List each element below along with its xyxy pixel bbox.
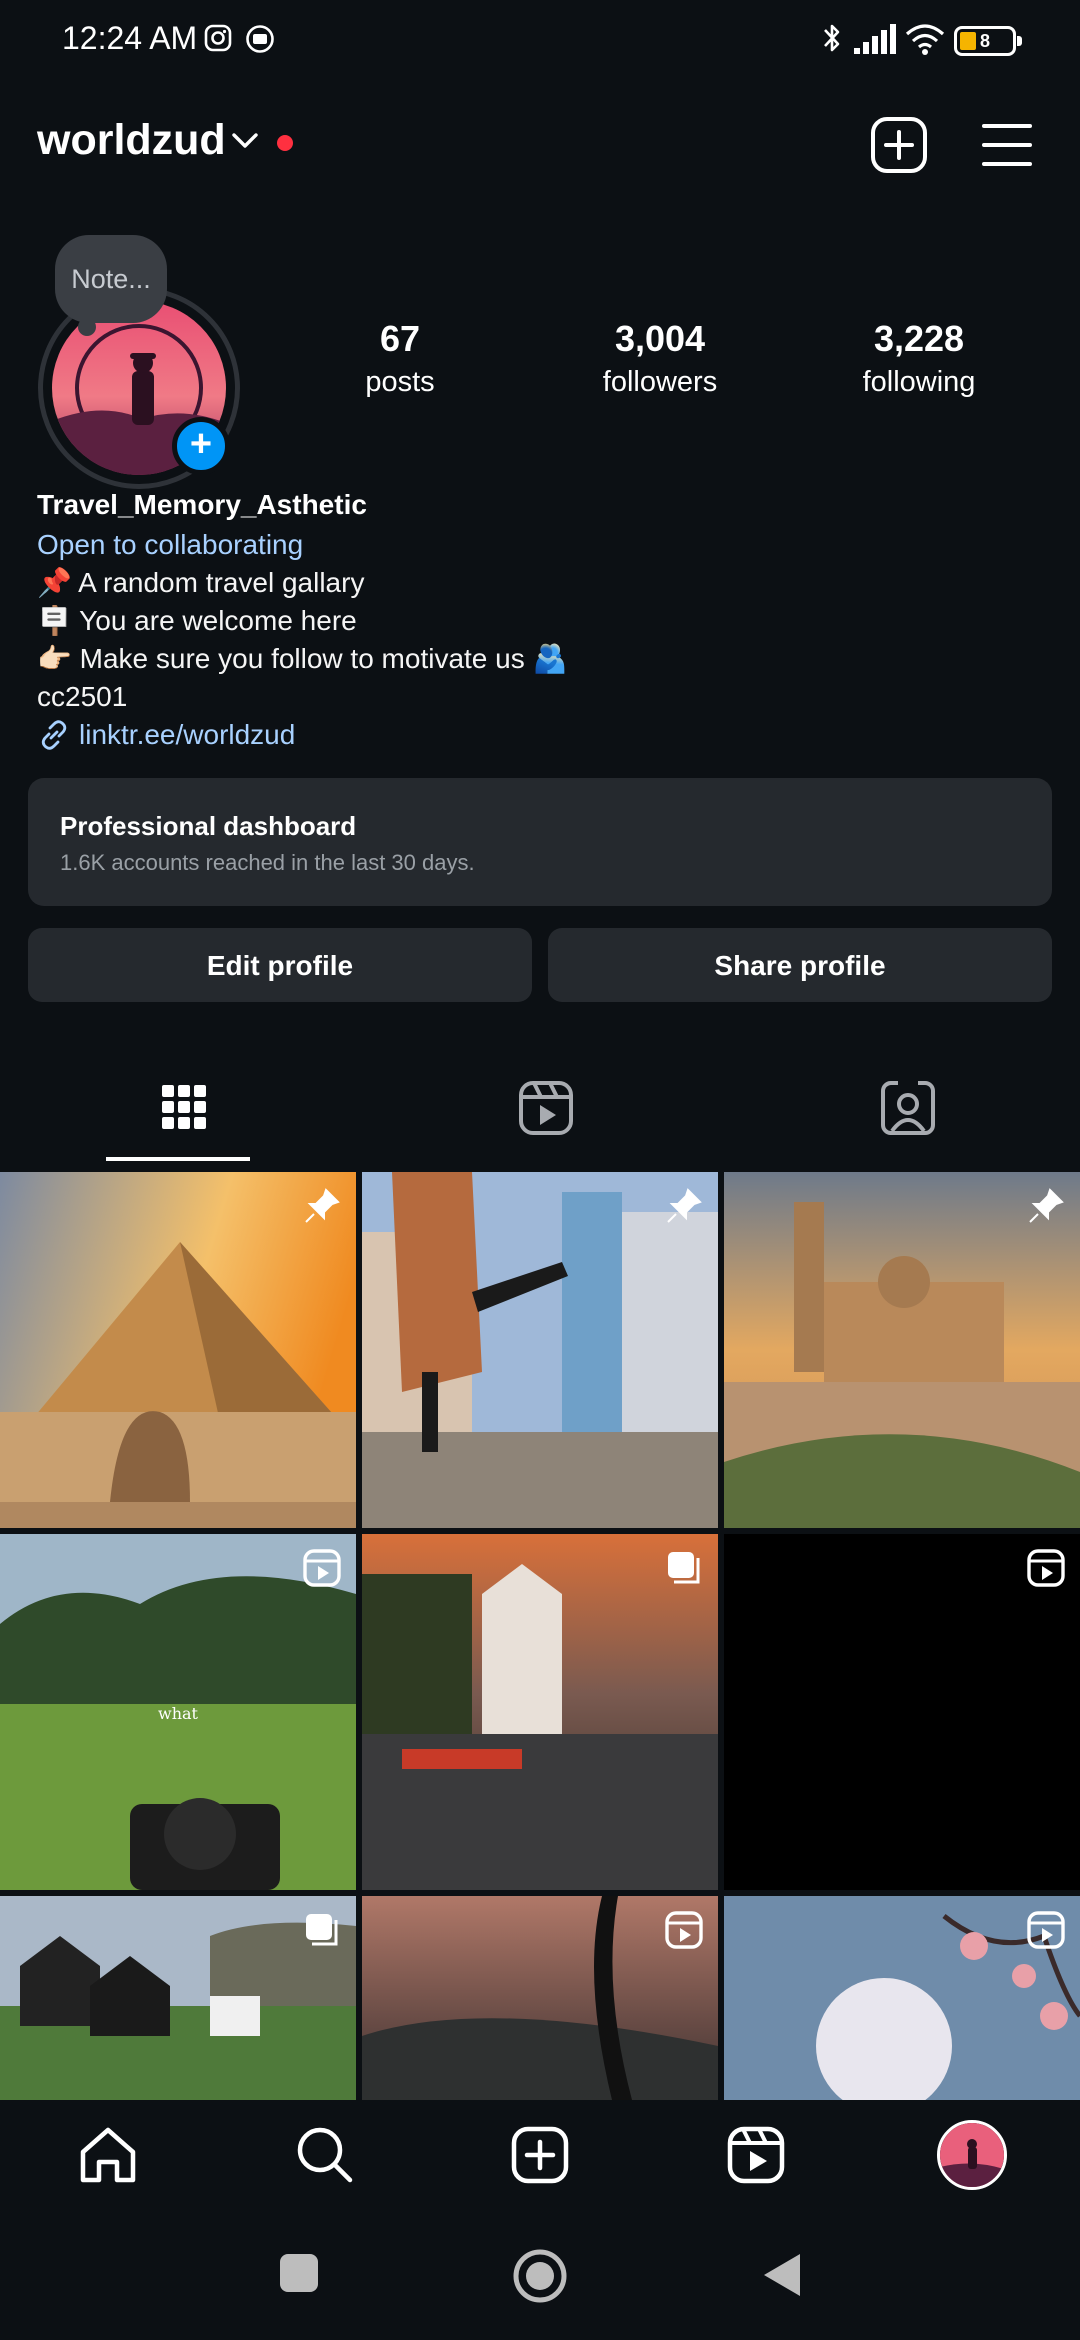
reel-icon (303, 1549, 341, 1587)
bio-line-1: 📌 A random travel gallary (37, 567, 365, 598)
bio-display-name: Travel_Memory_Asthetic (37, 489, 367, 520)
bio-line-2: 🪧 You are welcome here (37, 605, 357, 636)
bottom-navigation (0, 2100, 1080, 2210)
carousel-icon (306, 1914, 338, 1946)
new-post-icon (871, 117, 927, 173)
instagram-profile-screen: 12:24 AM 8 worldzud + Note... 67 posts 3… (0, 0, 1080, 2340)
followers-value: 3,004 (614, 318, 706, 359)
account-username[interactable]: worldzud (37, 116, 226, 165)
instagram-icon (204, 24, 232, 52)
following-value: 3,228 (873, 318, 965, 359)
posts-value: 67 (379, 318, 421, 359)
pin-icon (305, 1188, 340, 1223)
pin-icon (667, 1188, 702, 1223)
chevron-down-icon[interactable] (230, 130, 260, 152)
notification-dot (277, 135, 293, 151)
collab-status[interactable]: Open to collaborating (37, 526, 1037, 564)
following-count[interactable]: 3,228 following (819, 318, 1019, 399)
post-thumbnail[interactable] (0, 1172, 356, 1528)
reel-icon (1027, 1549, 1065, 1587)
tab-grid[interactable] (108, 1072, 248, 1142)
share-profile-button[interactable]: Share profile (548, 928, 1052, 1002)
home-icon (80, 2127, 136, 2183)
bio-line-3: 👉🏻 Make sure you follow to motivate us 🫂 (37, 643, 568, 674)
battery-icon: 8 (954, 26, 1022, 56)
post-thumbnail[interactable] (724, 1172, 1080, 1528)
wifi-icon (905, 24, 945, 55)
profile-header: worldzud (0, 100, 1080, 190)
menu-icon (982, 124, 1032, 166)
reels-icon (727, 2126, 785, 2184)
following-label: following (862, 366, 976, 398)
tab-tagged[interactable] (832, 1072, 972, 1142)
nav-reels[interactable] (721, 2120, 791, 2190)
bluetooth-icon (824, 24, 840, 52)
link-icon (41, 720, 67, 750)
profile-avatar[interactable] (937, 2120, 1007, 2190)
post-overlay-text: what (158, 1704, 198, 1723)
signal-icon (854, 24, 896, 54)
dashboard-subtitle: 1.6K accounts reached in the last 30 day… (60, 850, 475, 875)
dashboard-title: Professional dashboard (60, 811, 357, 841)
reel-icon (665, 1911, 703, 1949)
profile-bio: Travel_Memory_Asthetic Open to collabora… (37, 488, 1037, 754)
post-thumbnail[interactable]: what (0, 1534, 356, 1890)
bio-tag: cc2501 (37, 681, 128, 712)
menu-button[interactable] (976, 114, 1038, 176)
status-time: 12:24 AM (62, 20, 198, 56)
recents-icon[interactable] (278, 2252, 320, 2294)
tagged-icon (881, 1079, 935, 1135)
edit-profile-button[interactable]: Edit profile (28, 928, 532, 1002)
posts-label: posts (365, 366, 435, 398)
new-post-button[interactable] (868, 114, 930, 176)
create-icon (511, 2126, 569, 2184)
nav-create[interactable] (505, 2120, 575, 2190)
system-navigation-bar (0, 2210, 1080, 2340)
nav-search[interactable] (290, 2120, 360, 2190)
media-icon (246, 25, 274, 53)
professional-dashboard-card[interactable]: Professional dashboard 1.6K accounts rea… (28, 778, 1052, 906)
add-story-icon[interactable]: + (172, 417, 230, 475)
post-thumbnail[interactable] (362, 1172, 718, 1528)
post-thumbnail[interactable] (362, 1534, 718, 1890)
bio-link[interactable]: linktr.ee/worldzud (37, 716, 1037, 754)
reel-icon (1027, 1911, 1065, 1949)
battery-level: 8 (979, 31, 990, 51)
home-button-icon[interactable] (512, 2248, 568, 2304)
followers-count[interactable]: 3,004 followers (560, 318, 760, 399)
carousel-icon (668, 1552, 700, 1584)
back-icon[interactable] (760, 2250, 804, 2300)
bio-link-text[interactable]: linktr.ee/worldzud (79, 716, 295, 754)
tab-reels[interactable] (470, 1072, 610, 1142)
status-bar: 12:24 AM 8 (0, 0, 1080, 80)
followers-label: followers (602, 366, 718, 398)
reels-icon (519, 1081, 573, 1135)
note-bubble-tail (78, 318, 96, 336)
posts-count[interactable]: 67 posts (300, 318, 500, 399)
note-bubble[interactable]: Note... (55, 235, 167, 323)
post-thumbnail[interactable] (362, 1896, 718, 2100)
post-thumbnail[interactable] (0, 1896, 356, 2100)
active-tab-indicator (106, 1157, 250, 1161)
post-thumbnail[interactable] (724, 1534, 1080, 1890)
pin-icon (1029, 1188, 1064, 1223)
grid-icon (162, 1085, 206, 1129)
search-icon (297, 2127, 353, 2183)
nav-home[interactable] (73, 2120, 143, 2190)
post-thumbnail[interactable] (724, 1896, 1080, 2100)
